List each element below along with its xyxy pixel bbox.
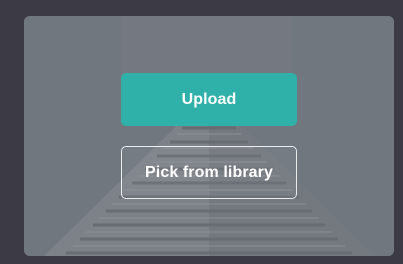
pick-from-library-label: Pick from library (145, 163, 273, 181)
upload-button[interactable]: Upload (121, 73, 297, 126)
image-overlay (24, 16, 394, 256)
pick-from-library-button[interactable]: Pick from library (121, 146, 297, 199)
upload-button-label: Upload (181, 90, 237, 108)
upload-card: Upload Pick from library (24, 16, 394, 256)
